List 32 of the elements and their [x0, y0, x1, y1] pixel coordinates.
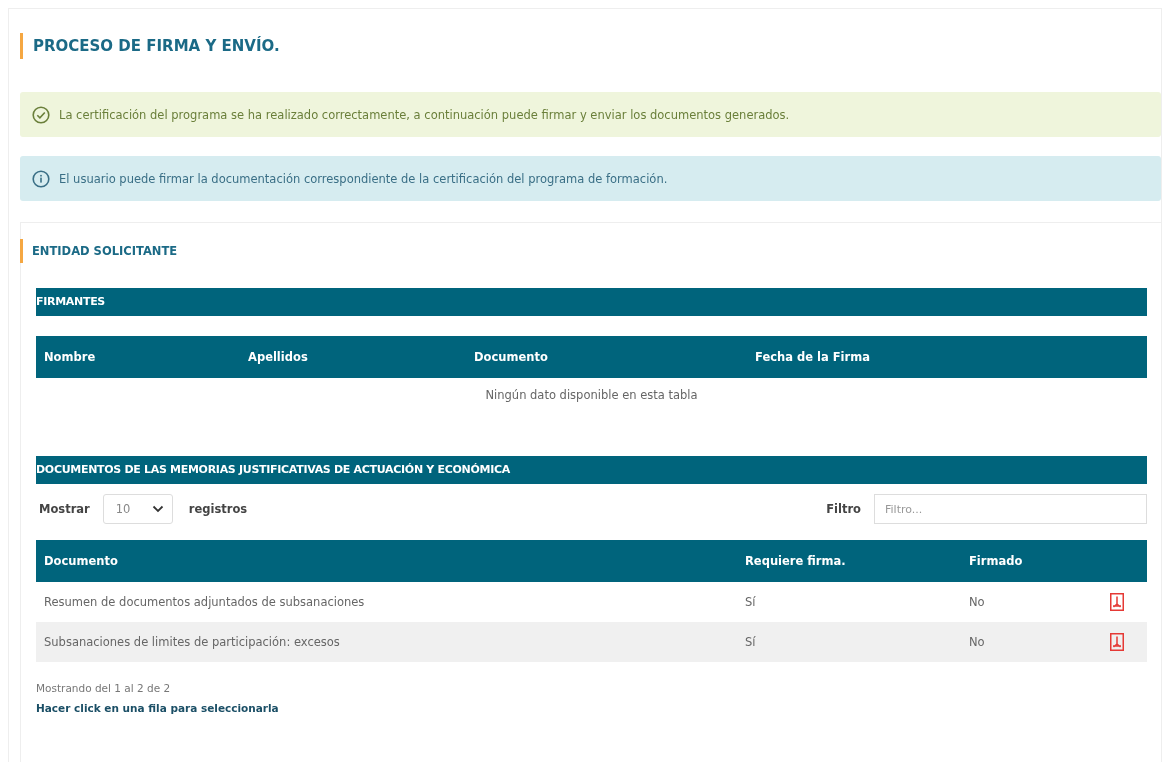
table-cell: Subsanaciones de limites de participación: excesos — [36, 622, 737, 662]
table-cell: No — [961, 622, 1087, 662]
column-header: Documento — [36, 540, 737, 582]
table-title-bar: FIRMANTES — [36, 288, 1147, 316]
length-suffix: registros — [187, 502, 248, 516]
column-header: Requiere firma. — [737, 540, 961, 582]
column-header: Nombre — [36, 336, 240, 378]
info-icon — [32, 169, 50, 188]
section-title: ENTIDAD SOLICITANTE — [20, 239, 1161, 263]
table-cell: Sí — [737, 622, 961, 662]
table-cell: Resumen de documentos adjuntados de subsanaciones — [36, 582, 737, 622]
length-label: Mostrar — [38, 502, 90, 516]
table-title-bar: DOCUMENTOS DE LAS MEMORIAS JUSTIFICATIVAS DE ACTUACIÓN Y ECONÓMICA — [36, 456, 1147, 484]
selection-hint: Hacer click en una fila para seleccionarla — [36, 702, 280, 714]
pdf-file-icon[interactable] — [1110, 633, 1124, 651]
filter-field[interactable]: Filtro... — [874, 494, 1147, 524]
column-header: Documento — [466, 336, 747, 378]
table-cell: Sí — [737, 582, 961, 622]
table-cell: No — [961, 582, 1087, 622]
alert-message: La certificación del programa se ha realizado correctamente, a continuación puede firmar y enviar los documentos generados. — [59, 107, 790, 122]
pdf-file-icon[interactable] — [1110, 593, 1124, 611]
caret-icon — [151, 505, 164, 513]
page-title: PROCESO DE FIRMA Y ENVÍO. — [20, 33, 1161, 59]
check-circle-icon — [32, 105, 50, 124]
column-header: Fecha de la Firma — [747, 336, 1147, 378]
filter-label: Filtro — [825, 502, 861, 516]
empty-table-message: Ningún dato disponible en esta tabla — [36, 378, 1147, 412]
column-header: Apellidos — [240, 336, 466, 378]
table-info: Mostrando del 1 al 2 de 2 — [36, 682, 172, 694]
alert-message: El usuario puede firmar la documentación correspondiente de la certificación del programa de formación. — [59, 171, 668, 186]
page-length-dropdown[interactable]: 10 — [102, 494, 173, 524]
column-header: Firmado — [961, 540, 1087, 582]
